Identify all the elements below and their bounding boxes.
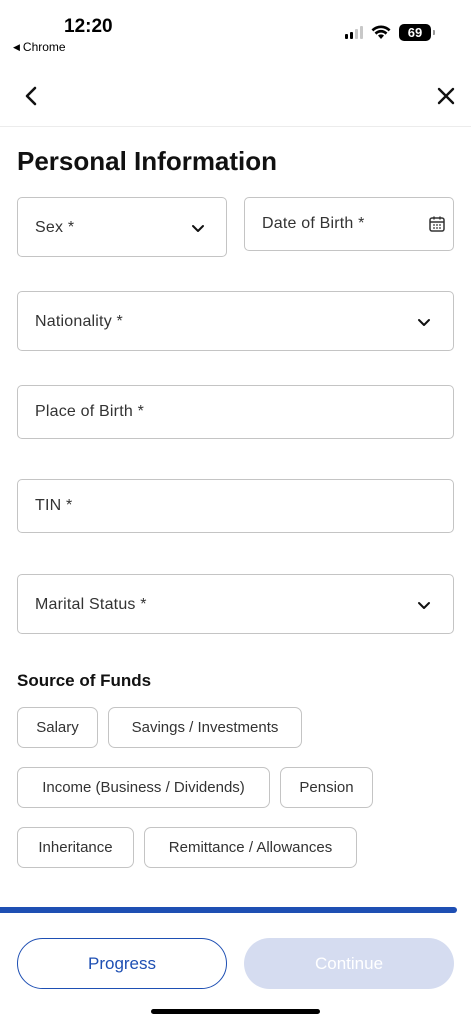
header-divider [0,126,471,127]
chip-income-business-dividends[interactable]: Income (Business / Dividends) [17,767,270,808]
chevron-left-icon[interactable] [20,84,44,108]
cellular-signal-icon [345,26,363,39]
continue-button[interactable]: Continue [244,938,454,989]
page-title: Personal Information [17,146,278,176]
chip-savings-investments[interactable]: Savings / Investments [108,707,302,748]
status-time: 12:20 [64,16,113,37]
wifi-icon [371,25,391,39]
status-indicators: 69 [345,24,435,41]
progress-button[interactable]: Progress [17,938,227,989]
chip-remittance-allowances[interactable]: Remittance / Allowances [144,827,357,868]
chevron-down-icon [418,602,430,609]
date-of-birth-field[interactable]: Date of Birth * [244,197,454,251]
nationality-select[interactable]: Nationality * [17,291,454,351]
home-indicator [151,1009,320,1014]
chip-salary[interactable]: Salary [17,707,98,748]
battery-icon: 69 [399,24,435,41]
date-of-birth-label: Date of Birth * [262,215,365,232]
form-progress-fill [0,907,457,913]
place-of-birth-label: Place of Birth * [35,403,145,420]
close-icon[interactable] [434,84,458,108]
tin-field[interactable]: TIN * [17,479,454,533]
chip-inheritance[interactable]: Inheritance [17,827,134,868]
marital-status-select[interactable]: Marital Status * [17,574,454,634]
chevron-down-icon [192,225,204,232]
marital-status-label: Marital Status * [35,596,147,613]
back-app-label: Chrome [22,40,66,54]
back-triangle-icon: ◀ [13,41,20,52]
place-of-birth-field[interactable]: Place of Birth * [17,385,454,439]
chip-pension[interactable]: Pension [280,767,373,808]
chevron-down-icon [418,319,430,326]
tin-label: TIN * [35,497,73,514]
sex-select[interactable]: Sex * [17,197,227,257]
back-to-app[interactable]: ◀ Chrome [13,40,66,54]
nationality-label: Nationality * [35,313,123,330]
source-of-funds-title: Source of Funds [17,671,152,690]
calendar-icon[interactable] [428,215,446,233]
sex-label: Sex * [35,219,75,236]
